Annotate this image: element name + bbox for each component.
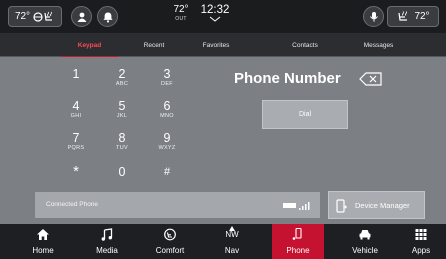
dial-button[interactable]: Dial xyxy=(262,100,348,129)
key-letters: WXYZ xyxy=(158,145,176,151)
keypad-key-1[interactable]: 1 xyxy=(61,67,91,97)
keypad-panel: 1 2 ABC 3 DEF 4 GHI 5 JKL 6 MNO 7 PQRS 8… xyxy=(0,57,446,224)
nav-heading: NW xyxy=(225,230,239,239)
backspace-icon[interactable] xyxy=(359,72,383,86)
bottom-nav: Home Media Comfort NW Nav Phone Vehicle … xyxy=(0,224,446,259)
tab-favorites[interactable]: Favorites xyxy=(184,33,248,57)
key-digit: # xyxy=(163,166,171,178)
phone-icon xyxy=(292,228,302,240)
key-digit: 6 xyxy=(163,99,171,113)
nav-apps[interactable]: Apps xyxy=(401,224,441,259)
tab-contacts[interactable]: Contacts xyxy=(276,33,334,57)
apps-grid-icon xyxy=(415,229,427,240)
key-digit: 9 xyxy=(163,131,171,145)
nav-label: Phone xyxy=(286,246,310,255)
driver-climate-button[interactable]: 72° xyxy=(8,6,62,27)
music-note-icon xyxy=(101,228,113,241)
key-letters: ABC xyxy=(115,81,129,87)
key-digit: 8 xyxy=(118,131,126,145)
nav-nav[interactable]: NW Nav xyxy=(213,224,251,259)
key-digit: 1 xyxy=(72,67,80,81)
keypad-key-3[interactable]: 3 DEF xyxy=(152,67,182,97)
keypad-key-5[interactable]: 5 JKL xyxy=(107,99,137,129)
comfort-icon xyxy=(164,228,176,241)
clock-time: 12:32 xyxy=(200,4,230,16)
tab-recent[interactable]: Recent xyxy=(128,33,180,57)
passenger-climate-button[interactable]: 72° xyxy=(387,6,439,27)
driver-icon xyxy=(77,12,86,22)
key-letters: JKL xyxy=(116,113,128,119)
keypad-key-star[interactable]: * xyxy=(61,163,91,195)
key-letters: DEF xyxy=(161,81,173,87)
nav-label: Nav xyxy=(224,246,240,255)
key-digit: 0 xyxy=(118,165,126,179)
home-icon xyxy=(37,229,49,240)
key-digit: 7 xyxy=(72,131,80,145)
keypad-key-9[interactable]: 9 WXYZ xyxy=(152,131,182,161)
status-bar: 72° 72° OUT 12:32 72° xyxy=(0,0,446,33)
connected-phone-label: Connected Phone xyxy=(46,201,99,208)
device-manager-icon xyxy=(336,199,347,213)
battery-icon xyxy=(283,203,296,208)
key-letters: MNO xyxy=(160,113,174,119)
phone-tabs: Keypad Recent Favorites Contacts Message… xyxy=(0,33,446,58)
nav-label: Apps xyxy=(411,246,431,255)
seat-heat-icon xyxy=(398,10,408,21)
phone-number-field: Phone Number xyxy=(234,70,341,87)
outside-temperature: 72° OUT xyxy=(171,5,191,22)
clock[interactable]: 12:32 xyxy=(199,4,231,22)
tab-messages[interactable]: Messages xyxy=(347,33,410,57)
key-digit: 4 xyxy=(72,99,80,113)
signal-strength-icon xyxy=(299,202,310,210)
key-digit: 2 xyxy=(118,67,126,81)
bell-icon xyxy=(102,12,113,22)
nav-label: Vehicle xyxy=(352,246,378,255)
nav-vehicle[interactable]: Vehicle xyxy=(340,224,390,259)
nav-label: Comfort xyxy=(155,246,185,255)
passenger-temp: 72° xyxy=(414,11,430,22)
key-letters: TUV xyxy=(116,145,128,151)
voice-button[interactable] xyxy=(363,6,384,27)
key-digit: 5 xyxy=(118,99,126,113)
chevron-down-icon xyxy=(209,16,221,22)
notifications-button[interactable] xyxy=(97,6,118,27)
key-digit: * xyxy=(73,163,79,180)
nav-label: Media xyxy=(96,246,118,255)
outside-temp-value: 72° xyxy=(173,4,189,15)
nav-phone[interactable]: Phone xyxy=(272,224,324,259)
car-icon xyxy=(359,230,371,240)
nav-comfort[interactable]: Comfort xyxy=(144,224,196,259)
keypad-key-0[interactable]: 0 xyxy=(107,165,137,195)
nav-media[interactable]: Media xyxy=(84,224,130,259)
device-manager-label: Device Manager xyxy=(355,201,410,210)
uconnect-screen: 72° 72° OUT 12:32 72° Keypad Recent Favo… xyxy=(0,0,446,259)
tab-keypad[interactable]: Keypad xyxy=(61,33,118,58)
keypad-key-4[interactable]: 4 GHI xyxy=(61,99,91,129)
nav-home[interactable]: Home xyxy=(20,224,66,259)
microphone-icon xyxy=(369,11,378,22)
key-digit: 3 xyxy=(163,67,171,81)
heated-seat-steering-icon xyxy=(33,11,53,22)
keypad-key-7[interactable]: 7 PQRS xyxy=(61,131,91,161)
key-letters: PQRS xyxy=(67,145,85,151)
driver-temp: 72° xyxy=(14,11,31,22)
outside-temp-label: OUT xyxy=(175,16,187,22)
key-letters: GHI xyxy=(70,113,82,119)
connected-phone-bar[interactable]: Connected Phone xyxy=(35,192,320,218)
device-manager-button[interactable]: Device Manager xyxy=(328,191,425,219)
keypad-key-hash[interactable]: # xyxy=(152,165,182,195)
keypad-key-2[interactable]: 2 ABC xyxy=(107,67,137,97)
driver-profile-button[interactable] xyxy=(71,6,92,27)
keypad-key-6[interactable]: 6 MNO xyxy=(152,99,182,129)
nav-label: Home xyxy=(32,246,54,255)
keypad-key-8[interactable]: 8 TUV xyxy=(107,131,137,161)
